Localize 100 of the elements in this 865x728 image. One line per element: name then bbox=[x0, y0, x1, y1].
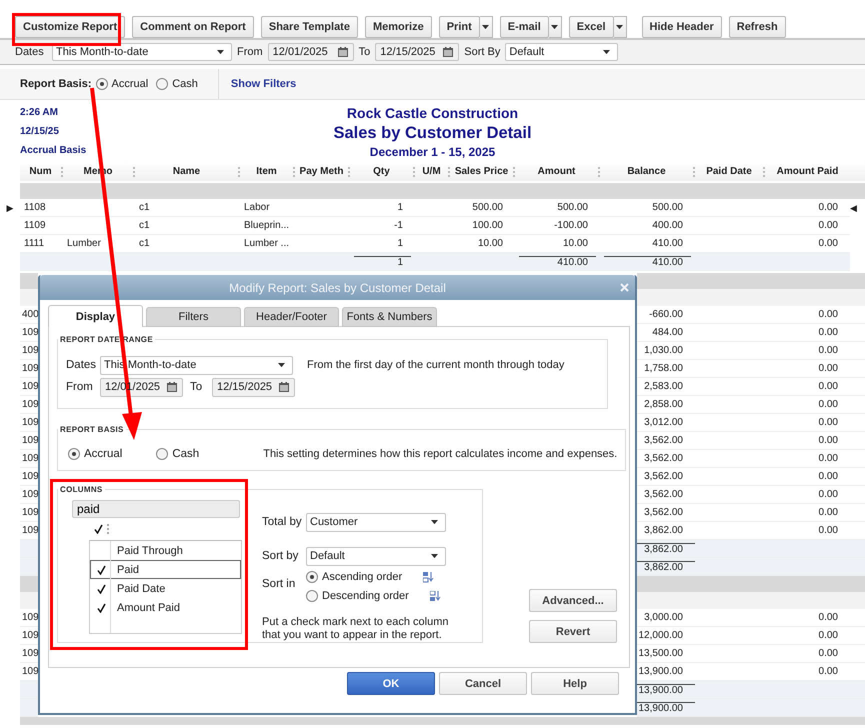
table-cell-text: 3,562.00 bbox=[643, 453, 684, 464]
column-heading[interactable]: U/M bbox=[415, 166, 450, 176]
table-cell-text: 109 bbox=[21, 666, 39, 677]
radio-button[interactable] bbox=[156, 78, 168, 90]
column-list-item[interactable]: Paid Through bbox=[90, 541, 241, 560]
column-heading[interactable]: Paid Date bbox=[695, 166, 765, 176]
table-cell: 3,862.00 bbox=[637, 542, 695, 554]
table-cell-text: 109 bbox=[21, 489, 39, 500]
table-cell-text: 100.00 bbox=[471, 220, 504, 231]
column-heading[interactable]: Pay Meth bbox=[295, 166, 350, 176]
table-cell: 13,900.00 bbox=[637, 684, 695, 696]
dialog-tab[interactable]: Fonts & Numbers bbox=[342, 307, 437, 327]
table-cell-text: Lumber ... bbox=[243, 238, 290, 249]
dialog-tab[interactable]: Header/Footer bbox=[244, 307, 339, 327]
table-cell-text: Labor bbox=[243, 202, 271, 213]
dialog-tab[interactable]: Filters bbox=[146, 307, 241, 327]
dialog-button[interactable]: Advanced... bbox=[529, 589, 617, 612]
radio-label[interactable]: Descending order bbox=[322, 590, 409, 602]
table-cell-text: c1 bbox=[138, 220, 151, 231]
table-cell-text: 109 bbox=[21, 507, 39, 518]
column-list-item[interactable]: Paid bbox=[90, 560, 241, 579]
radio-label[interactable]: Cash bbox=[172, 78, 198, 90]
toolbar-button[interactable]: Memorize bbox=[364, 16, 432, 38]
report-period: December 1 - 15, 2025 bbox=[370, 144, 496, 160]
table-cell-text: 109 bbox=[21, 630, 39, 641]
dialog-button[interactable]: Cancel bbox=[439, 672, 527, 695]
calendar-icon bbox=[338, 47, 348, 57]
column-heading[interactable]: Item bbox=[240, 166, 295, 176]
table-cell-text: 1,030.00 bbox=[643, 345, 684, 356]
sort-by-dropdown[interactable]: Default bbox=[306, 546, 446, 566]
table-cell-text: 12,000.00 bbox=[638, 630, 684, 641]
table-cell-text: 3,562.00 bbox=[643, 471, 684, 482]
show-filters-link[interactable]: Show Filters bbox=[230, 78, 296, 90]
dropdown-button[interactable] bbox=[548, 16, 562, 38]
radio-label[interactable]: Accrual bbox=[84, 448, 122, 460]
toolbar-button[interactable]: Excel bbox=[568, 16, 614, 38]
toolbar-button[interactable]: E-mail bbox=[500, 16, 549, 38]
dropdown-button[interactable] bbox=[614, 16, 627, 38]
date-field[interactable]: 12/15/2025 bbox=[375, 43, 460, 61]
caret-icon bbox=[431, 554, 438, 558]
radio-button[interactable] bbox=[68, 448, 80, 460]
column-heading[interactable]: Amount Paid bbox=[765, 166, 850, 176]
row-marker: ◀ bbox=[850, 203, 858, 213]
total-by-dropdown[interactable]: Customer bbox=[306, 512, 446, 532]
column-heading[interactable]: Amount bbox=[515, 166, 600, 176]
table-cell-text: c1 bbox=[138, 238, 151, 249]
report-basis: Accrual Basis bbox=[20, 145, 88, 156]
toolbar-button[interactable]: Hide Header bbox=[642, 16, 722, 38]
radio-button[interactable] bbox=[96, 78, 108, 90]
radio-label[interactable]: Cash bbox=[172, 448, 200, 460]
table-cell-text: 109 bbox=[21, 381, 39, 392]
dropdown-button[interactable] bbox=[480, 16, 493, 38]
table-cell-text: 0.00 bbox=[818, 489, 839, 500]
total-row bbox=[20, 558, 38, 576]
table-cell-text: 0.00 bbox=[818, 238, 839, 249]
column-heading[interactable]: Name bbox=[135, 166, 240, 176]
dialog-title: Modify Report: Sales by Customer Detail bbox=[229, 280, 446, 294]
table-cell-text: Lumber bbox=[66, 238, 102, 249]
radio-button[interactable] bbox=[306, 590, 318, 602]
column-list-item[interactable]: Paid Date bbox=[90, 579, 241, 598]
table-cell-text: 0.00 bbox=[818, 453, 839, 464]
radio-button[interactable] bbox=[156, 448, 168, 460]
table-cell-text: 1109 bbox=[23, 220, 47, 231]
table-cell-text: 0.00 bbox=[818, 202, 839, 213]
ok-button[interactable]: OK bbox=[347, 672, 435, 695]
sort-dropdown[interactable]: Default bbox=[505, 43, 618, 61]
date-field[interactable]: 12/01/2025 bbox=[268, 43, 354, 61]
table-cell-text: 0.00 bbox=[818, 220, 839, 231]
dialog-tab[interactable]: Display bbox=[48, 305, 143, 327]
report-date: 12/15/25 bbox=[20, 126, 60, 137]
calendar-icon bbox=[443, 47, 454, 57]
table-cell-text: 109 bbox=[21, 435, 39, 446]
column-heading[interactable]: Balance bbox=[600, 166, 695, 176]
dialog-button[interactable]: Revert bbox=[529, 620, 617, 643]
radio-label[interactable]: Accrual bbox=[112, 78, 148, 90]
column-search-field[interactable]: paid bbox=[72, 500, 240, 518]
toolbar-button[interactable]: Share Template bbox=[260, 16, 358, 38]
toolbar-button[interactable]: Customize Report bbox=[15, 16, 126, 38]
table-cell: 410.00 bbox=[604, 256, 691, 268]
toolbar-button[interactable]: Print bbox=[438, 16, 480, 38]
column-list-item[interactable]: Amount Paid bbox=[90, 598, 241, 617]
column-heading[interactable]: Qty bbox=[350, 166, 415, 176]
caret-icon bbox=[278, 362, 285, 368]
table-cell-text: 109 bbox=[21, 453, 39, 464]
toolbar-button[interactable]: Refresh bbox=[728, 16, 786, 38]
radio-button[interactable] bbox=[306, 571, 318, 583]
date-field[interactable]: 12/15/2025 bbox=[212, 378, 295, 396]
dialog-button[interactable]: Help bbox=[531, 672, 619, 695]
toolbar-button[interactable]: Comment on Report bbox=[132, 16, 254, 38]
table-cell-text: 410.00 bbox=[651, 238, 684, 249]
field-label: Sort by bbox=[262, 550, 300, 562]
caret-icon bbox=[217, 50, 224, 54]
report-time: 2:26 AM bbox=[20, 107, 59, 118]
radio-label[interactable]: Ascending order bbox=[322, 571, 402, 583]
dates-dropdown[interactable]: This Month-to-date bbox=[52, 43, 232, 61]
column-heading[interactable]: Sales Price bbox=[450, 166, 515, 176]
column-heading[interactable]: Num bbox=[20, 166, 63, 176]
caret-icon bbox=[616, 24, 624, 30]
table-cell-text: 10.00 bbox=[562, 238, 589, 249]
table-cell-text: 109 bbox=[21, 471, 39, 482]
